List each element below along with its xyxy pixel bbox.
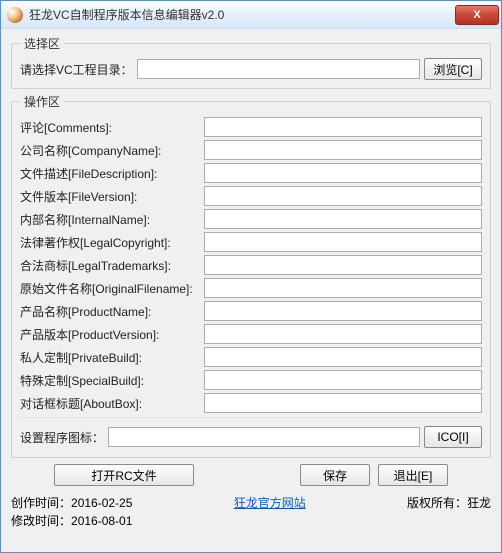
icon-label: 设置程序图标： — [20, 429, 104, 446]
copyright: 版权所有：狂龙 — [407, 494, 491, 511]
select-legend: 选择区 — [20, 35, 64, 52]
footer-dates: 创作时间：2016-02-25 修改时间：2016-08-01 — [11, 494, 132, 530]
field-input-internal-name[interactable] — [204, 209, 482, 229]
save-button[interactable]: 保存 — [300, 464, 370, 486]
field-label-product-name: 产品名称[ProductName]: — [20, 303, 200, 320]
field-row-product-name: 产品名称[ProductName]: — [20, 301, 482, 321]
field-label-about-box: 对话框标题[AboutBox]: — [20, 395, 200, 412]
field-row-company-name: 公司名称[CompanyName]: — [20, 140, 482, 160]
field-label-file-version: 文件版本[FileVersion]: — [20, 188, 200, 205]
created-label: 创作时间： — [11, 496, 71, 510]
project-path-input[interactable] — [137, 59, 420, 79]
field-row-internal-name: 内部名称[InternalName]: — [20, 209, 482, 229]
field-label-legal-trademarks: 合法商标[LegalTrademarks]: — [20, 257, 200, 274]
field-label-legal-copyright: 法律著作权[LegalCopyright]: — [20, 234, 200, 251]
field-row-legal-trademarks: 合法商标[LegalTrademarks]: — [20, 255, 482, 275]
close-button[interactable]: X — [455, 5, 499, 25]
field-input-product-name[interactable] — [204, 301, 482, 321]
open-rc-button[interactable]: 打开RC文件 — [54, 464, 194, 486]
field-row-private-build: 私人定制[PrivateBuild]: — [20, 347, 482, 367]
field-row-original-filename: 原始文件名称[OriginalFilename]: — [20, 278, 482, 298]
official-site-link[interactable]: 狂龙官方网站 — [234, 496, 306, 510]
field-label-file-description: 文件描述[FileDescription]: — [20, 165, 200, 182]
ops-section: 操作区 评论[Comments]: 公司名称[CompanyName]: 文件描述[… — [11, 93, 491, 458]
field-label-original-filename: 原始文件名称[OriginalFilename]: — [20, 280, 200, 297]
field-input-about-box[interactable] — [204, 393, 482, 413]
field-label-product-version: 产品版本[ProductVersion]: — [20, 326, 200, 343]
field-row-comments: 评论[Comments]: — [20, 117, 482, 137]
field-input-file-version[interactable] — [204, 186, 482, 206]
field-row-file-version: 文件版本[FileVersion]: — [20, 186, 482, 206]
field-row-file-description: 文件描述[FileDescription]: — [20, 163, 482, 183]
field-input-product-version[interactable] — [204, 324, 482, 344]
field-input-legal-copyright[interactable] — [204, 232, 482, 252]
footer: 创作时间：2016-02-25 修改时间：2016-08-01 狂龙官方网站 版… — [11, 492, 491, 530]
select-prompt: 请选择VC工程目录： — [20, 61, 133, 78]
browse-button[interactable]: 浏览[C] — [424, 58, 482, 80]
titlebar: 狂龙VC自制程序版本信息编辑器v2.0 X — [1, 1, 501, 29]
field-row-special-build: 特殊定制[SpecialBuild]: — [20, 370, 482, 390]
icon-path-input[interactable] — [108, 427, 420, 447]
ops-legend: 操作区 — [20, 93, 64, 110]
ico-button[interactable]: ICO[I] — [424, 426, 482, 448]
field-label-special-build: 特殊定制[SpecialBuild]: — [20, 372, 200, 389]
client-area: 选择区 请选择VC工程目录： 浏览[C] 操作区 评论[Comments]: 公司… — [1, 29, 501, 552]
field-input-original-filename[interactable] — [204, 278, 482, 298]
field-label-private-build: 私人定制[PrivateBuild]: — [20, 349, 200, 366]
created-value: 2016-02-25 — [71, 496, 132, 510]
field-input-legal-trademarks[interactable] — [204, 255, 482, 275]
field-row-about-box: 对话框标题[AboutBox]: — [20, 393, 482, 413]
field-row-product-version: 产品版本[ProductVersion]: — [20, 324, 482, 344]
field-label-company-name: 公司名称[CompanyName]: — [20, 142, 200, 159]
exit-button[interactable]: 退出[E] — [378, 464, 448, 486]
field-row-legal-copyright: 法律著作权[LegalCopyright]: — [20, 232, 482, 252]
window-title: 狂龙VC自制程序版本信息编辑器v2.0 — [29, 6, 455, 23]
window: 狂龙VC自制程序版本信息编辑器v2.0 X 选择区 请选择VC工程目录： 浏览[… — [0, 0, 502, 553]
modified-value: 2016-08-01 — [71, 514, 132, 528]
field-input-file-description[interactable] — [204, 163, 482, 183]
app-icon — [7, 7, 23, 23]
field-input-special-build[interactable] — [204, 370, 482, 390]
close-icon: X — [473, 9, 480, 21]
field-label-internal-name: 内部名称[InternalName]: — [20, 211, 200, 228]
button-bar: 打开RC文件 保存 退出[E] — [11, 462, 491, 488]
modified-label: 修改时间： — [11, 514, 71, 528]
field-input-company-name[interactable] — [204, 140, 482, 160]
field-input-private-build[interactable] — [204, 347, 482, 367]
field-label-comments: 评论[Comments]: — [20, 119, 200, 136]
select-section: 选择区 请选择VC工程目录： 浏览[C] — [11, 35, 491, 89]
field-input-comments[interactable] — [204, 117, 482, 137]
